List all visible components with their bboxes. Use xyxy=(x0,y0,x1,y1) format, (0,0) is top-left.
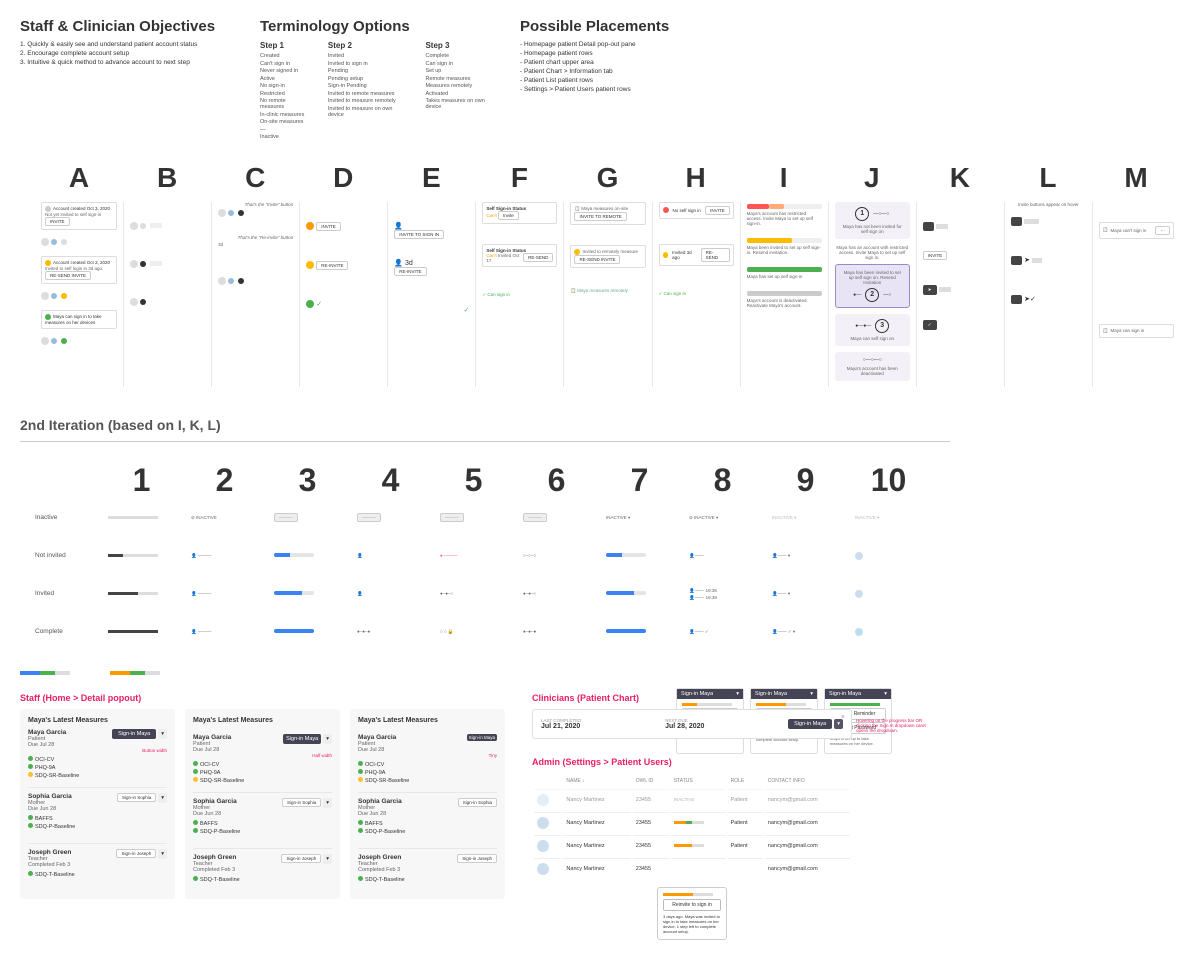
staff-panel-2: Maya's Latest Measures Maya GarciaPatien… xyxy=(185,709,340,899)
concept-b xyxy=(123,202,211,387)
staff-heading: Staff (Home > Detail popout) xyxy=(20,693,520,703)
concepts-grid: Account created Oct 3, 2020Not yet invit… xyxy=(35,202,1180,387)
invite-button[interactable]: INVITE xyxy=(45,217,70,226)
concept-h: No self sign inINVITE Invited 3d agoRE-S… xyxy=(652,202,740,387)
concept-g: 📋 Maya measures on-siteINVITE TO REMOTE … xyxy=(563,202,651,387)
concept-a: Account created Oct 3, 2020Not yet invit… xyxy=(35,202,123,387)
arrow-icon: ➤ xyxy=(923,285,937,295)
iteration-grid: Inactive ⊘ INACTIVE ——— ——— ——— ——— INAC… xyxy=(35,499,1180,651)
objectives: Staff & Clinician Objectives 1. Quickly … xyxy=(20,18,240,142)
concept-i: Maya's account has restricted access. In… xyxy=(740,202,828,387)
staff-panel-1: Maya's Latest Measures Maya GarciaPatien… xyxy=(20,709,175,899)
concept-e: 👤INVITE TO SIGN IN 👤 3dRE-INVITE ✓ xyxy=(387,202,475,387)
staff-panel-3: Maya's Latest Measures Maya GarciaPatien… xyxy=(350,709,505,899)
patient-chart-card: × LAST COMPLETEDJul 21, 2020 NEXT DUEJul… xyxy=(532,709,852,739)
close-icon[interactable]: × xyxy=(841,714,845,721)
tooltip: Reinvite to sign in 3 days ago. Maya was… xyxy=(657,887,727,940)
mini-progress xyxy=(20,671,1180,683)
signin-button[interactable]: Sign-in Maya xyxy=(112,729,156,739)
objectives-title: Staff & Clinician Objectives xyxy=(20,18,240,35)
admin-heading: Admin (Settings > Patient Users) xyxy=(532,757,882,767)
chevron-down-icon[interactable]: ▾ xyxy=(158,729,167,739)
concept-m: 📋Maya can't sign in··· 📋Maya can sign in xyxy=(1092,202,1180,387)
placements: Possible Placements - Homepage patient D… xyxy=(520,18,770,142)
concept-k: INVITE ➤ ✓ xyxy=(916,202,1004,387)
letter-row: ABCDEFGHIJKLM xyxy=(35,162,1180,194)
resend-button[interactable]: RE-SEND INVITE xyxy=(45,271,91,280)
concept-j: 1—○—○Maya has not been invited for self … xyxy=(828,202,916,387)
number-row: 12345678910 xyxy=(100,462,1180,499)
concept-f: Self Sign-in StatusCan't Invite Self Sig… xyxy=(475,202,563,387)
avatar-icon xyxy=(41,238,49,246)
concept-c: That's the "Invite" button That's the "R… xyxy=(211,202,299,387)
person-icon: 👤 xyxy=(394,223,403,230)
terminology: Terminology Options Step 1 CreatedCan't … xyxy=(260,18,500,142)
concept-l: Invite buttons appear on hover ➤ ➤✓ xyxy=(1004,202,1092,387)
check-icon: ✓ xyxy=(923,320,937,330)
iteration-heading: 2nd Iteration (based on I, K, L) xyxy=(20,417,1180,433)
concept-d: INVITE RE-INVITE ✓ xyxy=(299,202,387,387)
admin-table: NAME ↓OWL IDSTATUSROLECONTACT INFO Nancy… xyxy=(532,773,852,940)
